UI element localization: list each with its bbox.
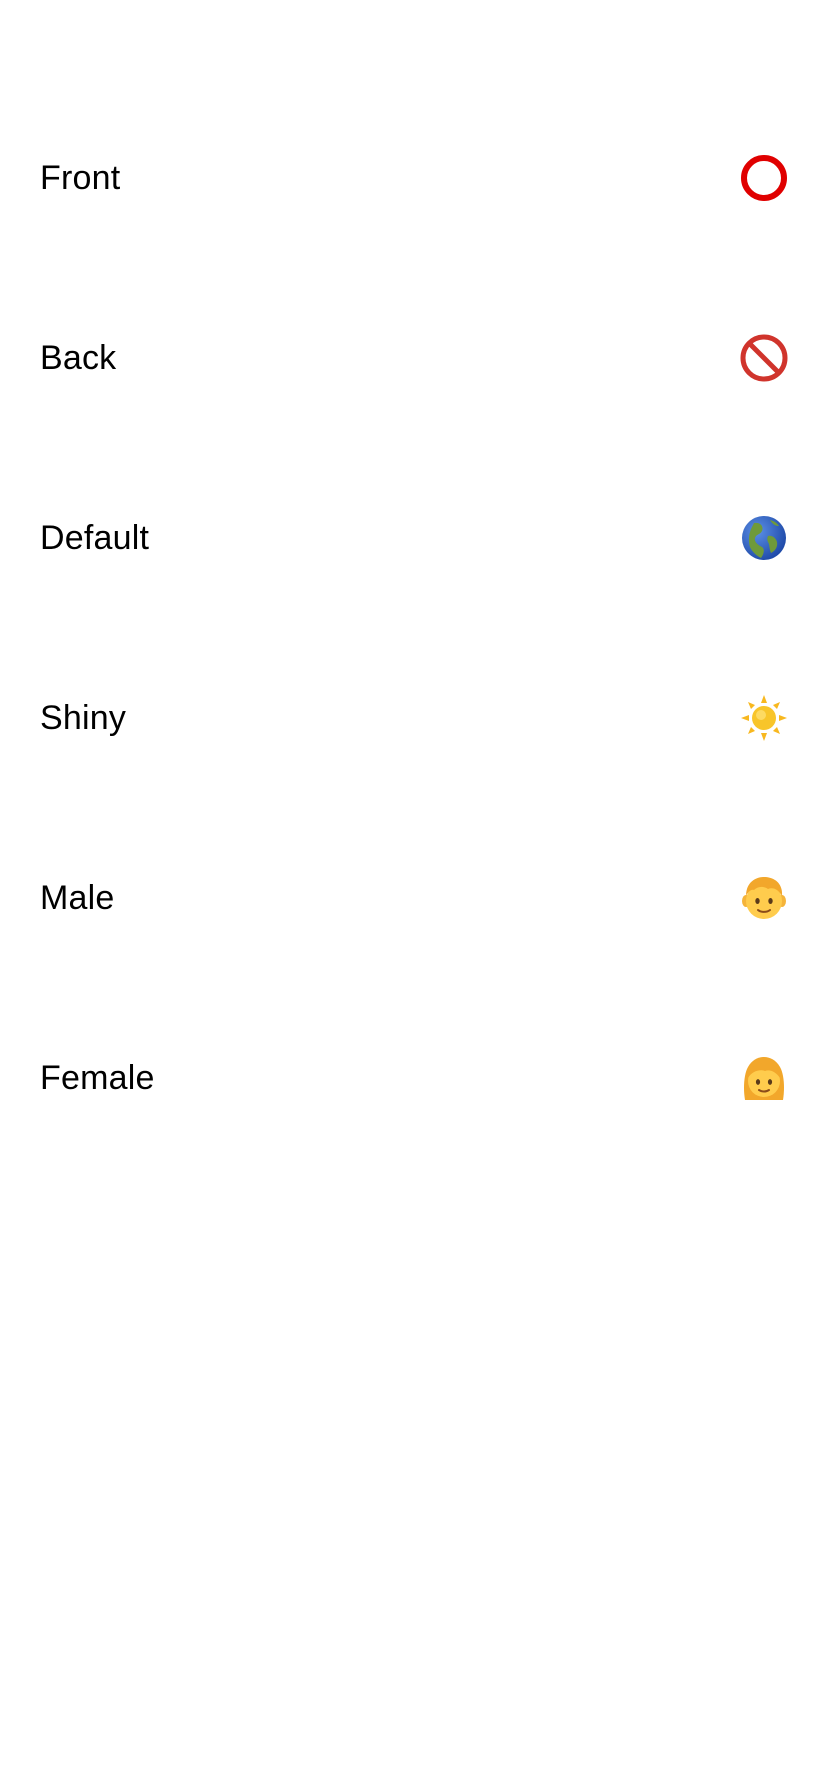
option-row-front[interactable]: Front: [0, 88, 828, 268]
option-row-back[interactable]: Back: [0, 268, 828, 448]
option-label: Back: [40, 339, 117, 377]
heavy-large-circle-icon: [740, 154, 788, 202]
option-row-female[interactable]: Female: [0, 988, 828, 1168]
option-label: Front: [40, 159, 121, 197]
option-label: Default: [40, 519, 150, 557]
globe-americas-icon: [740, 514, 788, 562]
option-list: Front Back Default Shiny Male Female: [0, 88, 828, 1168]
prohibited-icon: [740, 334, 788, 382]
boy-icon: [740, 874, 788, 922]
option-label: Shiny: [40, 699, 127, 737]
option-row-shiny[interactable]: Shiny: [0, 628, 828, 808]
option-label: Female: [40, 1059, 155, 1097]
woman-icon: [740, 1054, 788, 1102]
option-row-male[interactable]: Male: [0, 808, 828, 988]
option-label: Male: [40, 879, 115, 917]
settings-screen: Front Back Default Shiny Male Female: [0, 0, 828, 1792]
option-row-default[interactable]: Default: [0, 448, 828, 628]
sun-icon: [740, 694, 788, 742]
